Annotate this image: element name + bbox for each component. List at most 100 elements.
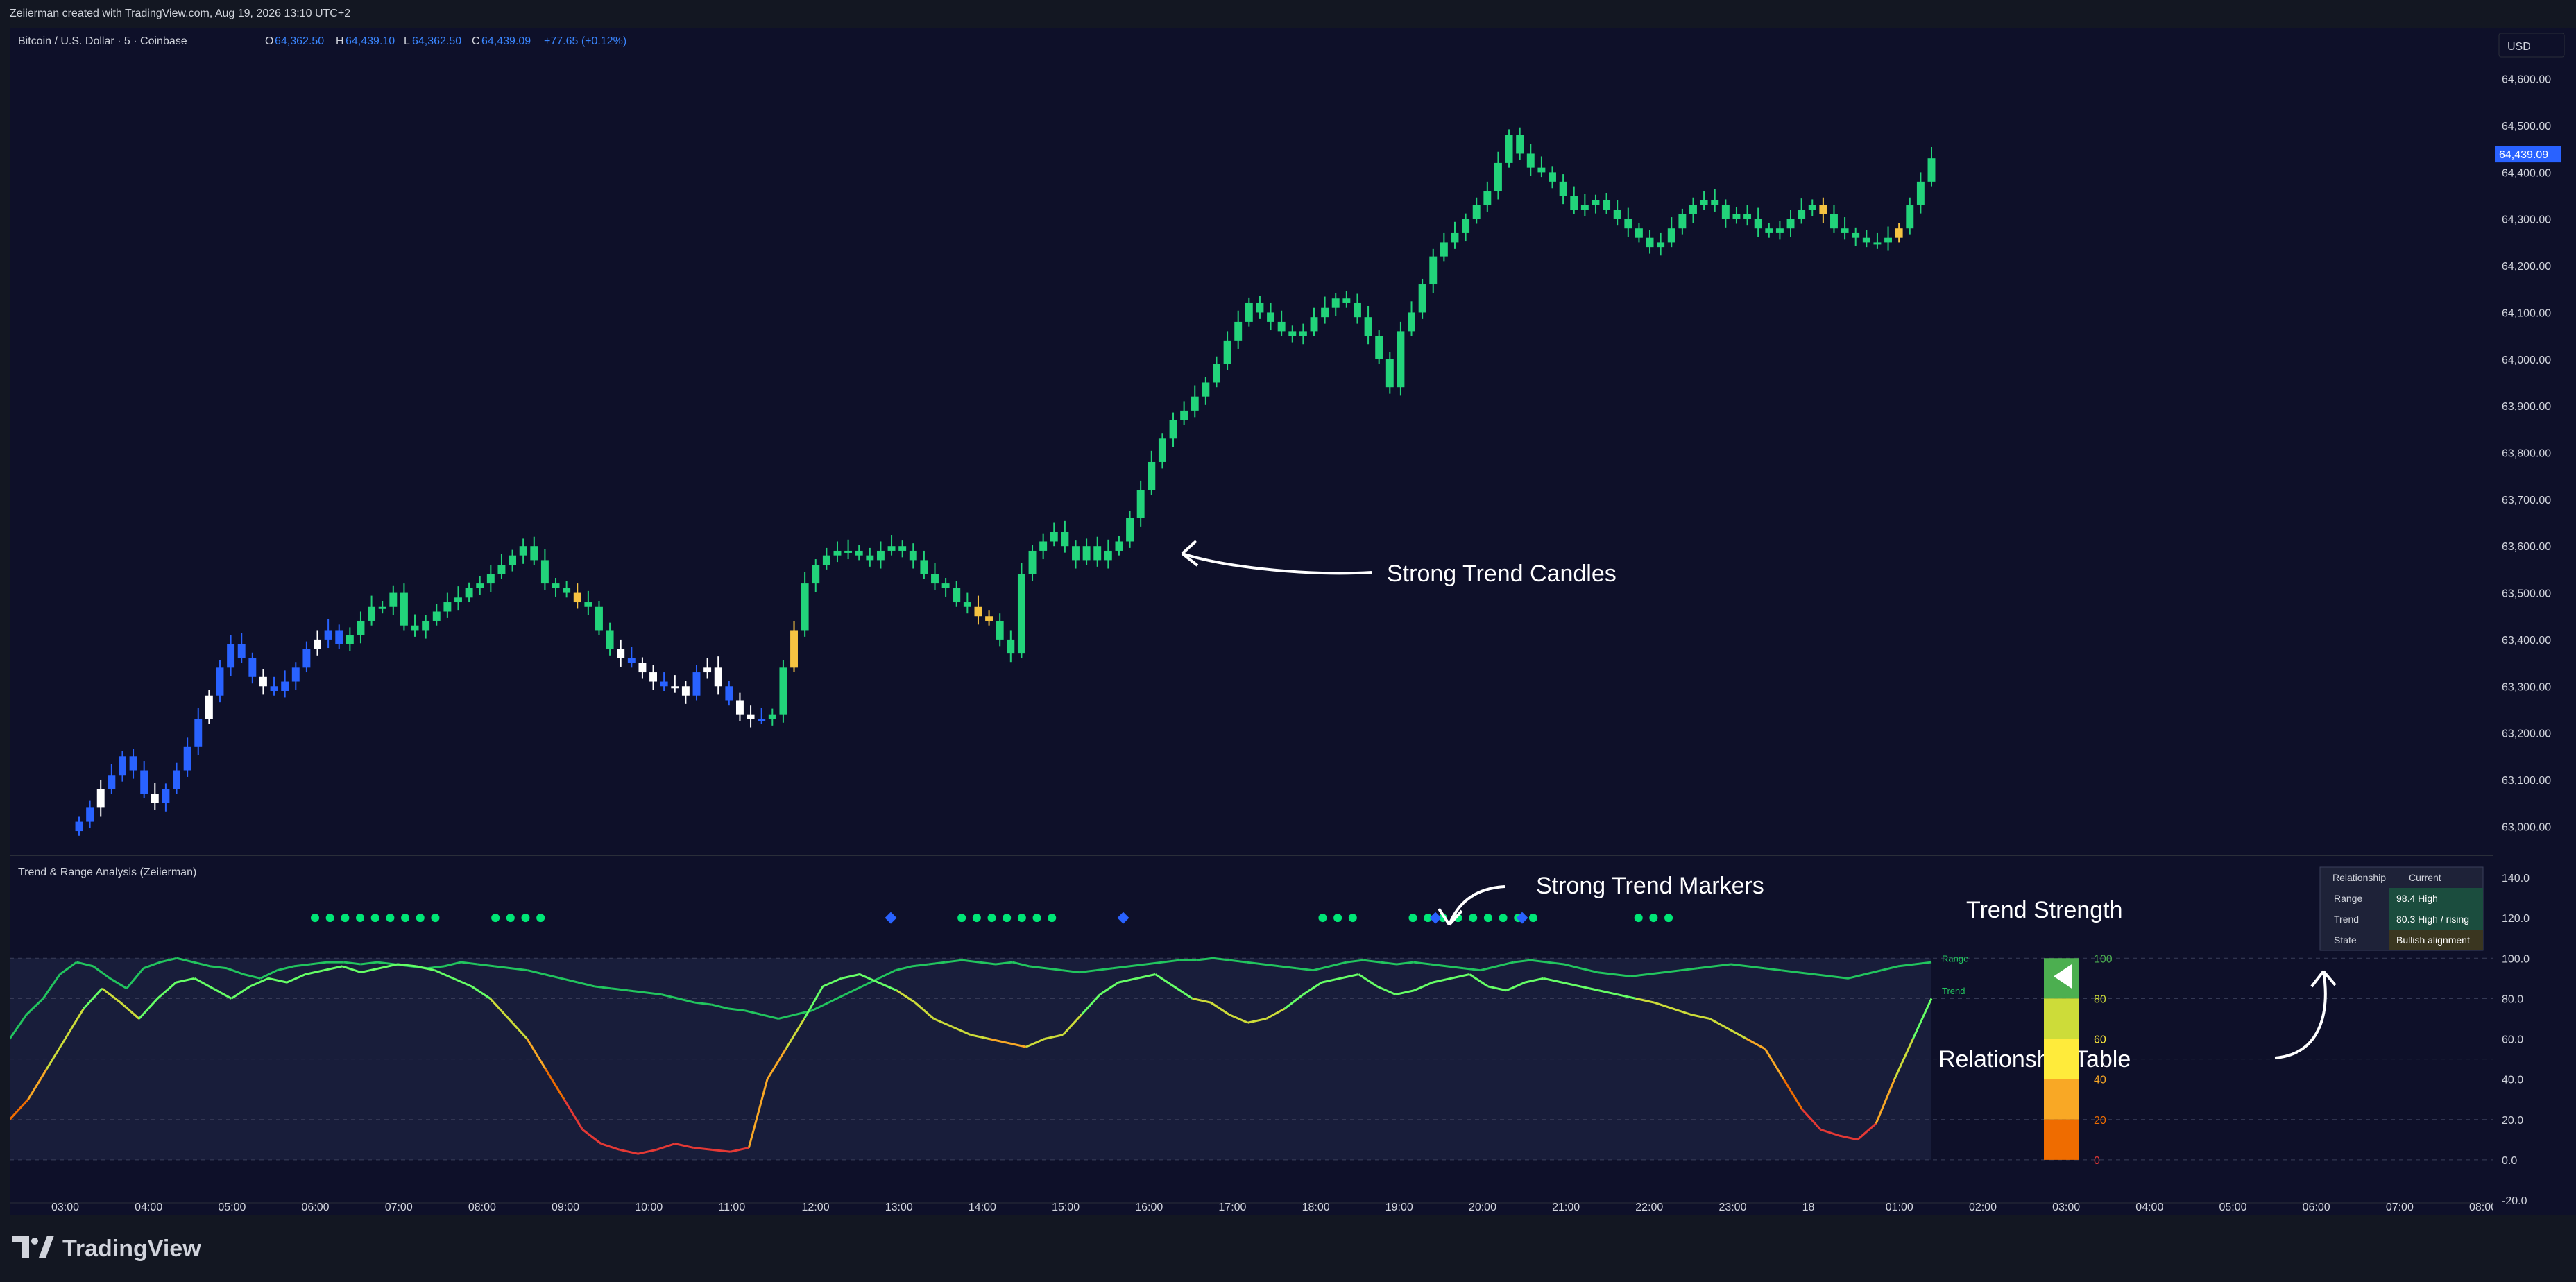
time-tick: 23:00 — [1718, 1202, 1746, 1213]
candle-body — [1191, 396, 1199, 411]
candle-body — [1678, 214, 1687, 229]
trend-marker — [491, 914, 500, 923]
candle — [1397, 321, 1405, 396]
symbol-title: Bitcoin / U.S. Dollar · 5 · Coinbase — [18, 35, 187, 47]
price-tick: 63,100.00 — [2502, 775, 2551, 787]
candle — [378, 601, 386, 614]
candle-body — [314, 639, 321, 649]
candle — [1721, 199, 1730, 228]
candle — [1505, 129, 1513, 168]
candle — [1342, 291, 1351, 308]
candle — [118, 751, 126, 782]
time-tick: 09:00 — [552, 1202, 579, 1213]
candle — [259, 669, 267, 695]
credit-text: Zeiierman created with TradingView.com, … — [10, 8, 351, 19]
candle-body — [649, 672, 658, 682]
price-pane[interactable] — [75, 127, 1936, 836]
strength-level-label: 40 — [2094, 1075, 2106, 1086]
candle — [1765, 223, 1773, 238]
candle-body — [671, 686, 679, 689]
candle — [1429, 248, 1438, 293]
candle-body — [118, 756, 126, 776]
candle-body — [302, 649, 311, 668]
time-tick: 08:00 — [2469, 1202, 2493, 1213]
trend-marker — [1318, 914, 1327, 923]
candle-body — [1873, 242, 1882, 245]
price-axis[interactable]: USD 64,600.00 64,500.00 64,400.00 64,300.00… — [2493, 28, 2576, 1215]
candle — [1169, 412, 1177, 447]
candle — [844, 539, 853, 560]
candle — [162, 783, 170, 812]
candle-body — [790, 630, 798, 668]
candle-body — [1462, 219, 1470, 233]
candle-body — [552, 583, 560, 588]
trend-marker — [1483, 914, 1492, 923]
candle-body — [1234, 321, 1243, 341]
trend-marker — [1048, 914, 1057, 923]
candle-body — [887, 546, 896, 551]
candle — [876, 541, 885, 569]
candle — [1104, 539, 1112, 569]
indicator-tick: 120.0 — [2502, 913, 2530, 925]
candle-body — [735, 700, 744, 715]
candle-body — [1072, 546, 1080, 561]
candle-body — [1158, 438, 1166, 462]
candle — [595, 601, 603, 635]
price-tick: 63,500.00 — [2502, 588, 2551, 600]
table-row-value: Bullish alignment — [2396, 934, 2470, 946]
candle — [1353, 293, 1361, 324]
candle-body — [1721, 205, 1730, 219]
candle — [790, 620, 798, 673]
chart-canvas[interactable]: Bitcoin / U.S. Dollar · 5 · Coinbase O 6… — [10, 28, 2493, 1215]
candle-body — [443, 602, 452, 612]
candle — [584, 590, 592, 615]
candle — [1180, 401, 1188, 425]
candle-body — [1288, 331, 1297, 336]
candle-body — [1299, 331, 1307, 336]
candle — [1786, 210, 1795, 237]
candle — [291, 662, 300, 690]
trend-marker — [1408, 914, 1417, 923]
candle-body — [1342, 298, 1351, 303]
candle-body — [1277, 321, 1286, 332]
candle — [1570, 186, 1578, 214]
chart-area[interactable]: Bitcoin / U.S. Dollar · 5 · Coinbase O 6… — [10, 28, 2493, 1215]
candle-body — [1852, 232, 1860, 238]
candle — [1017, 563, 1025, 658]
relationship-table: Relationship Current Range 98.4 High Trend 80… — [2319, 866, 2484, 951]
candle — [1277, 310, 1286, 336]
time-tick: 17:00 — [1218, 1202, 1246, 1213]
candle — [866, 547, 874, 567]
candle — [617, 639, 625, 667]
candle-body — [346, 635, 354, 644]
candle-body — [996, 620, 1004, 640]
candle-body — [974, 606, 982, 617]
candle-body — [714, 667, 722, 687]
candle — [1234, 310, 1243, 349]
indicator-tick: 60.0 — [2502, 1034, 2523, 1046]
candle-body — [1732, 214, 1741, 219]
candle-body — [1028, 550, 1037, 574]
indicator-tick: 20.0 — [2502, 1115, 2523, 1127]
time-tick: 06:00 — [302, 1202, 330, 1213]
indicator-pane[interactable]: Range Trend — [10, 912, 2493, 1161]
candle — [1245, 297, 1253, 327]
candle-body — [1537, 167, 1546, 173]
candle-body — [1549, 172, 1556, 182]
candle — [1689, 197, 1697, 223]
candle — [714, 656, 722, 695]
candle — [1288, 325, 1297, 343]
trend-marker — [1017, 914, 1026, 923]
candle-body — [1700, 200, 1708, 205]
candle — [1852, 227, 1860, 246]
candle — [1754, 207, 1762, 237]
candle — [1516, 127, 1524, 160]
candle-body — [1364, 317, 1372, 336]
candle-body — [617, 649, 625, 658]
candle — [1321, 296, 1329, 324]
candle-body — [389, 592, 398, 607]
candle-body — [1689, 205, 1697, 214]
c-value: 64,439.09 — [481, 35, 531, 47]
candle-body — [465, 588, 473, 598]
candle — [1202, 377, 1210, 405]
